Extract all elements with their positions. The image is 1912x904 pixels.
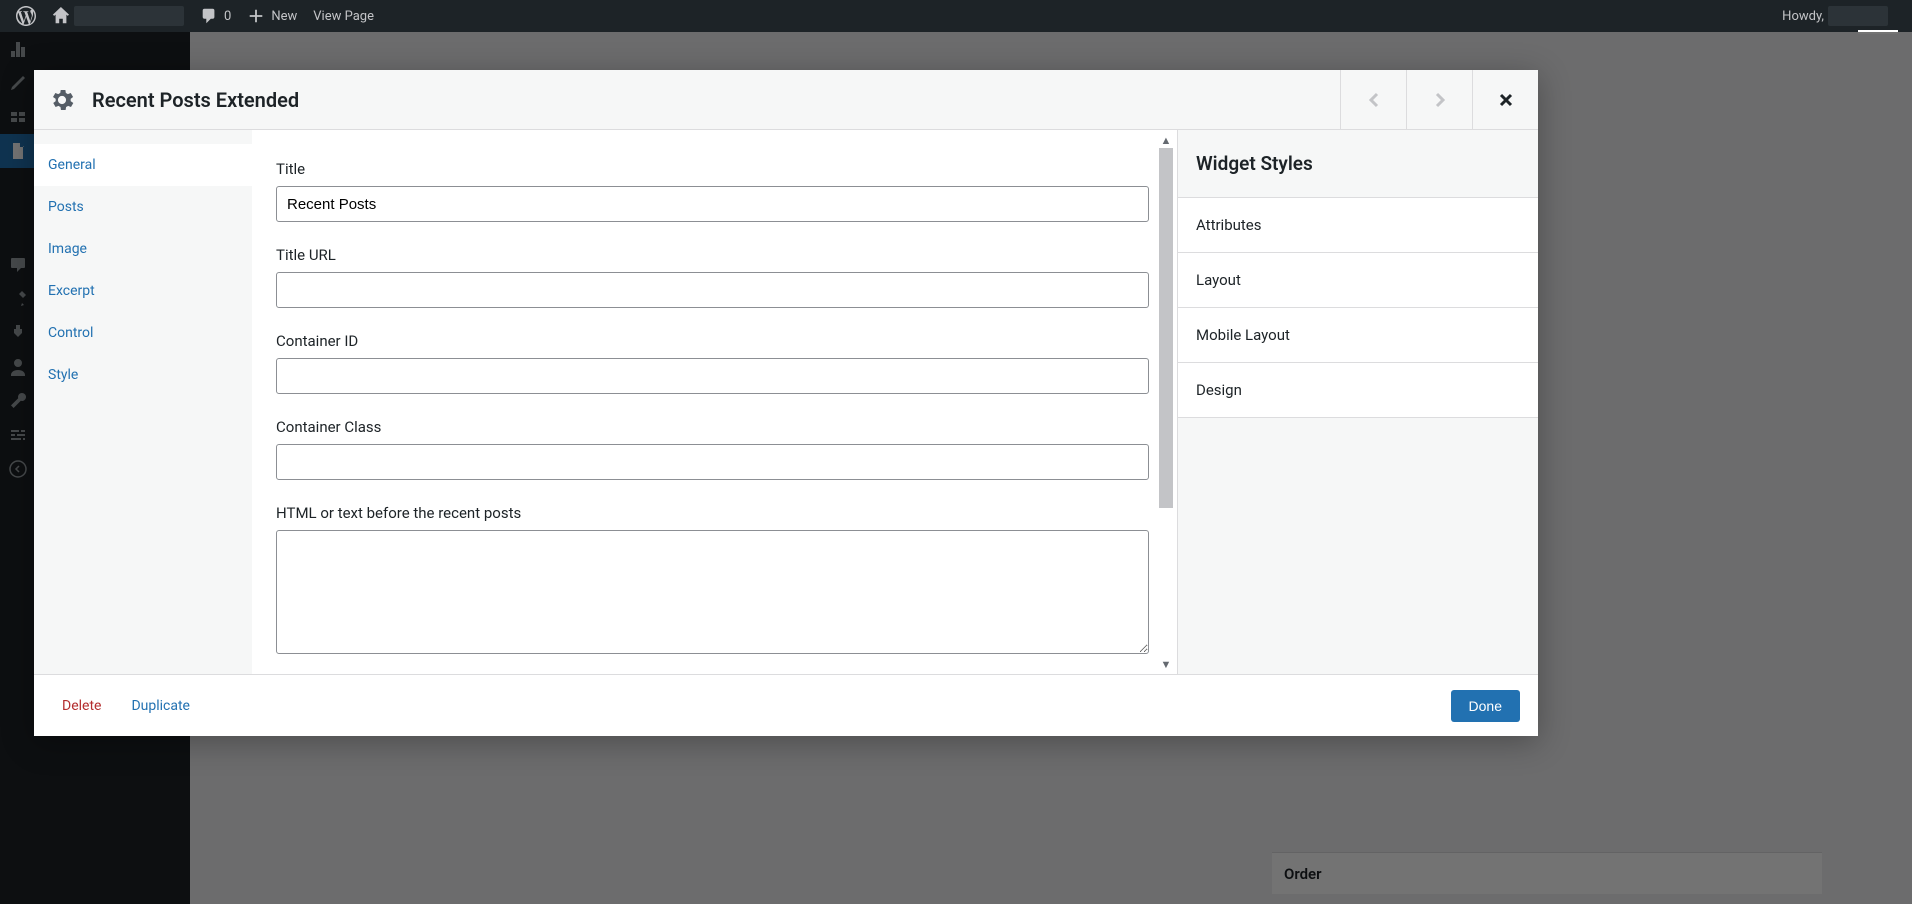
title-label: Title [276,160,1149,178]
before-textarea[interactable] [276,530,1149,654]
modal-backdrop: Recent Posts Extended General Posts [0,32,1912,904]
modal-header: Recent Posts Extended [34,70,1538,130]
modal-title: Recent Posts Extended [92,88,299,112]
chevron-left-icon [1366,92,1382,108]
before-label: HTML or text before the recent posts [276,504,1149,522]
tab-image[interactable]: Image [34,228,252,270]
howdy-label: Howdy, [1782,9,1824,24]
chevron-right-icon [1432,92,1448,108]
containerid-label: Container ID [276,332,1149,350]
next-widget-button[interactable] [1406,70,1472,129]
duplicate-button[interactable]: Duplicate [131,698,190,714]
done-button[interactable]: Done [1451,690,1520,722]
tab-style[interactable]: Style [34,354,252,396]
modal-left-panel: General Posts Image Excerpt Control Styl… [34,130,1178,674]
tab-posts[interactable]: Posts [34,186,252,228]
tab-excerpt[interactable]: Excerpt [34,270,252,312]
gear-icon [48,86,76,114]
comments-menu[interactable]: 0 [192,0,239,32]
view-page-label: View Page [313,9,374,24]
style-section-layout[interactable]: Layout [1178,253,1538,308]
user-name-placeholder [1828,6,1888,26]
view-page-link[interactable]: View Page [305,0,382,32]
prev-widget-button[interactable] [1340,70,1406,129]
containerclass-input[interactable] [276,444,1149,480]
tab-control[interactable]: Control [34,312,252,354]
home-icon [52,7,70,25]
scroll-track[interactable] [1159,148,1173,508]
new-label: New [271,9,297,24]
widget-styles-heading: Widget Styles [1178,130,1538,198]
widget-edit-modal: Recent Posts Extended General Posts [34,70,1538,736]
modal-footer: Delete Duplicate Done [34,674,1538,736]
wp-admin-bar: 0 New View Page Howdy, [0,0,1912,32]
widget-styles-sidebar: Widget Styles Attributes Layout Mobile L… [1178,130,1538,674]
style-section-attributes[interactable]: Attributes [1178,198,1538,253]
comment-icon [200,7,218,25]
containerid-input[interactable] [276,358,1149,394]
new-content-menu[interactable]: New [239,0,305,32]
style-section-mobile-layout[interactable]: Mobile Layout [1178,308,1538,363]
wp-logo-menu[interactable] [8,0,44,32]
titleurl-input[interactable] [276,272,1149,308]
tab-general[interactable]: General [34,144,252,186]
widget-form: Title Title URL Container ID Container C… [252,130,1177,674]
modal-nav-buttons [1340,70,1538,129]
wordpress-icon [16,6,36,26]
close-icon [1498,92,1514,108]
scroll-up-arrow[interactable]: ▲ [1157,132,1175,148]
title-input[interactable] [276,186,1149,222]
widget-tabs: General Posts Image Excerpt Control Styl… [34,130,252,674]
delete-button[interactable]: Delete [62,698,101,714]
plus-icon [247,7,265,25]
style-section-design[interactable]: Design [1178,363,1538,418]
scroll-down-arrow[interactable]: ▼ [1157,656,1175,672]
modal-body: General Posts Image Excerpt Control Styl… [34,130,1538,674]
site-name-placeholder [74,6,184,26]
titleurl-label: Title URL [276,246,1149,264]
comments-count: 0 [224,9,231,24]
containerclass-label: Container Class [276,418,1149,436]
user-account-menu[interactable]: Howdy, [1774,0,1904,32]
close-modal-button[interactable] [1472,70,1538,129]
site-home-menu[interactable] [44,0,192,32]
